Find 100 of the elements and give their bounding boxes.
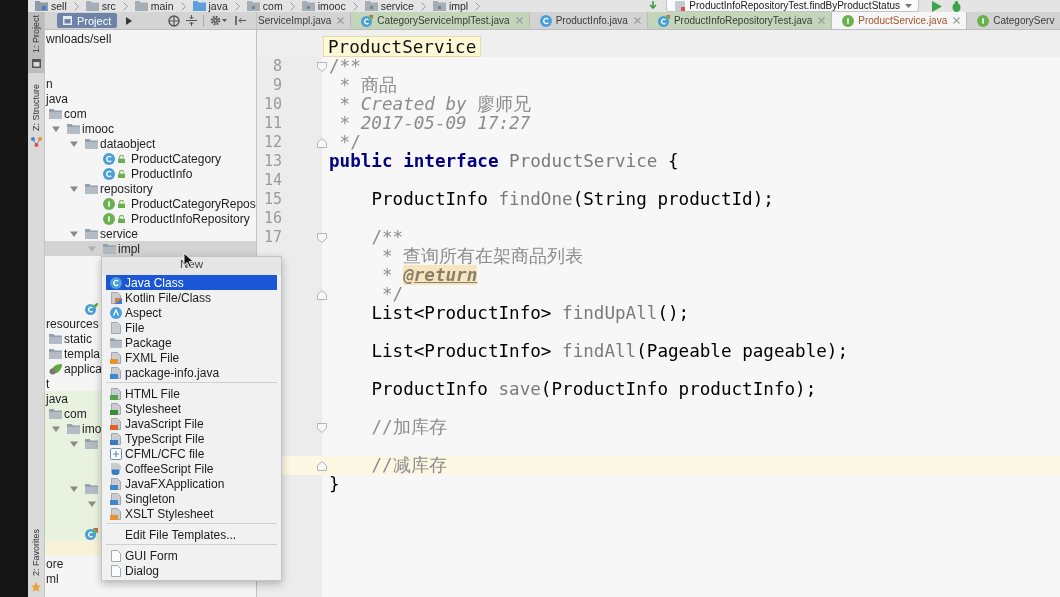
tree-item[interactable]: ml xyxy=(46,571,59,586)
tree-item[interactable]: repository xyxy=(70,181,153,196)
tree-item[interactable]: dataobject xyxy=(70,136,156,151)
menu-item[interactable]: XSLT Stylesheet xyxy=(106,506,277,521)
editor-tab[interactable]: ProductService.java xyxy=(832,12,968,29)
menu-item[interactable]: JavaScript File xyxy=(106,416,277,431)
expanded-triangle-icon[interactable] xyxy=(70,229,78,238)
menu-item[interactable]: Package xyxy=(106,335,277,350)
debug-icon[interactable] xyxy=(951,0,962,12)
run-config-dropdown[interactable]: ProductInfoRepositoryTest.findByProductStatus xyxy=(666,0,919,12)
settings-icon[interactable] xyxy=(210,15,221,26)
breadcrumb-item[interactable]: imooc xyxy=(301,0,346,12)
editor-tab[interactable]: ServiceImpl.java xyxy=(257,12,352,29)
breadcrumb-label[interactable]: ProductService xyxy=(323,36,482,57)
collapse-all-icon[interactable] xyxy=(186,15,197,26)
arrow-icon[interactable] xyxy=(648,1,659,11)
code-line: List<ProductInfo> findAll(Pageable pageable); xyxy=(371,342,849,361)
menu-item[interactable]: Singleton xyxy=(106,491,277,506)
tree-item[interactable]: templa xyxy=(49,346,101,361)
tree-item[interactable]: resources xyxy=(46,316,99,331)
tree-item[interactable]: static xyxy=(49,331,92,346)
menu-item[interactable]: Aspect xyxy=(106,305,277,320)
fold-marker-icon[interactable] xyxy=(317,137,327,148)
breadcrumb-item[interactable]: impl xyxy=(432,0,469,12)
editor-tab[interactable]: ProductInfoRepositoryTest.java xyxy=(647,12,833,29)
tree-item[interactable]: ProductCategoryRepos xyxy=(103,196,256,211)
tool-window-button[interactable]: 1: Project xyxy=(28,12,44,74)
fold-marker-icon[interactable] xyxy=(317,289,327,300)
menu-item[interactable]: Dialog xyxy=(106,563,277,578)
fold-marker-icon[interactable] xyxy=(317,61,327,72)
expanded-triangle-icon[interactable] xyxy=(52,424,60,433)
fold-marker-icon[interactable] xyxy=(317,232,327,243)
expanded-triangle-icon[interactable] xyxy=(52,124,60,133)
project-window-icon xyxy=(63,16,72,25)
hide-panel-icon[interactable] xyxy=(235,16,246,25)
close-icon[interactable] xyxy=(515,17,523,24)
menu-item[interactable]: CoffeeScript File xyxy=(106,461,277,476)
tree-item[interactable]: service xyxy=(70,226,138,241)
expanded-triangle-icon[interactable] xyxy=(70,184,78,193)
expanded-triangle-icon[interactable] xyxy=(70,139,78,148)
menu-item[interactable]: TypeScript File xyxy=(106,431,277,446)
close-icon[interactable] xyxy=(818,17,826,24)
editor-tab[interactable]: CategoryServ xyxy=(967,12,1060,29)
tree-item[interactable]: imo xyxy=(52,421,102,436)
menu-item[interactable]: File xyxy=(106,320,277,335)
editor-tab[interactable]: ProductInfo.java xyxy=(529,12,648,29)
tool-window-button[interactable]: 2: Favorites xyxy=(28,525,44,597)
close-icon[interactable] xyxy=(633,17,641,24)
menu-item[interactable]: Kotlin File/Class xyxy=(106,290,277,305)
menu-item[interactable]: GUI Form xyxy=(106,548,277,563)
menu-item[interactable]: package-info.java xyxy=(106,365,277,380)
tree-item[interactable]: imooc xyxy=(52,121,114,136)
tree-item[interactable] xyxy=(70,481,100,496)
menu-item[interactable]: FXML File xyxy=(106,350,277,365)
tree-item[interactable]: com xyxy=(49,406,87,421)
tree-item[interactable]: java xyxy=(46,391,68,406)
caret-icon[interactable] xyxy=(222,19,227,22)
fold-marker-icon[interactable] xyxy=(317,422,327,433)
expand-arrow-icon[interactable] xyxy=(126,16,133,25)
expanded-triangle-icon[interactable] xyxy=(88,499,96,508)
cfml-file-icon xyxy=(110,447,122,460)
tree-item[interactable]: wnloads/sell xyxy=(46,31,112,46)
tree-item[interactable]: com xyxy=(49,106,87,121)
close-icon[interactable] xyxy=(337,17,345,24)
close-icon[interactable] xyxy=(953,17,961,24)
breadcrumb-item[interactable]: com xyxy=(246,0,283,12)
tree-item[interactable]: ore xyxy=(46,556,64,571)
tree-item[interactable]: ProductInfoRepository xyxy=(103,211,250,226)
tree-item[interactable]: impl xyxy=(45,241,256,256)
tree-item[interactable] xyxy=(85,526,100,541)
run-icon[interactable] xyxy=(931,0,942,12)
menu-item[interactable]: Java Class xyxy=(106,275,277,290)
tree-item[interactable]: java xyxy=(46,91,68,106)
breadcrumb-item[interactable]: service xyxy=(364,0,414,12)
breadcrumb-item[interactable]: java xyxy=(192,0,228,12)
tree-item[interactable]: n xyxy=(46,76,53,91)
expanded-triangle-icon[interactable] xyxy=(70,484,78,493)
tree-item[interactable]: applica xyxy=(49,361,103,376)
breadcrumb-item[interactable]: sell xyxy=(35,0,67,12)
menu-item[interactable]: JavaFXApplication xyxy=(106,476,277,491)
chevron-icon xyxy=(352,1,358,11)
tree-item[interactable] xyxy=(85,301,100,316)
menu-item[interactable]: Edit File Templates... xyxy=(106,527,277,542)
tree-item[interactable]: ProductCategory xyxy=(103,151,222,166)
fold-marker-icon[interactable] xyxy=(317,460,327,471)
tree-item[interactable] xyxy=(70,436,100,451)
menu-item[interactable]: Stylesheet xyxy=(106,401,277,416)
tree-item[interactable]: ProductInfo xyxy=(103,166,193,181)
project-view-button[interactable]: Project xyxy=(57,13,118,28)
tree-item[interactable]: t xyxy=(46,376,50,391)
line-number: 14 xyxy=(263,171,282,189)
breadcrumb-item[interactable]: src xyxy=(85,0,116,12)
editor-tab[interactable]: CategoryServiceImplTest.java xyxy=(351,12,530,29)
tool-window-button[interactable]: Z: Structure xyxy=(28,81,44,153)
html-file-icon xyxy=(110,387,122,400)
expanded-triangle-icon[interactable] xyxy=(70,439,78,448)
breadcrumb-item[interactable]: main xyxy=(134,0,174,12)
menu-item[interactable]: CFML/CFC file xyxy=(106,446,277,461)
target-icon[interactable] xyxy=(168,14,180,27)
menu-item[interactable]: HTML File xyxy=(106,386,277,401)
